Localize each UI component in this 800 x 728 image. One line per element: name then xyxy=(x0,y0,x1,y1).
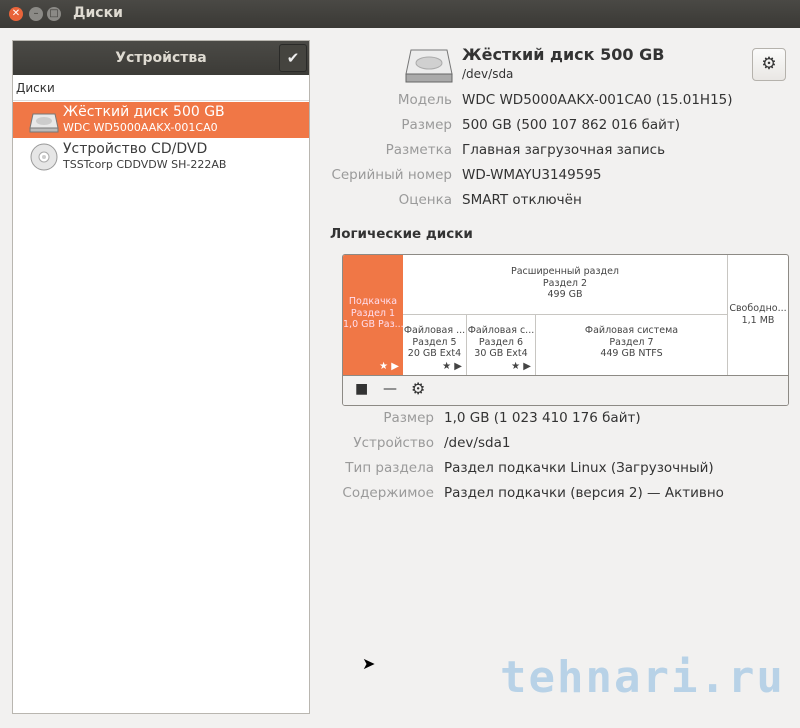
minus-icon[interactable]: — xyxy=(383,381,397,397)
property-value: /dev/sda1 xyxy=(444,435,511,451)
partition-number: Раздел 2 xyxy=(542,277,588,289)
property-value: Раздел подкачки (версия 2) — Активно xyxy=(444,485,724,501)
disk-settings-button[interactable]: ⚙ xyxy=(752,48,786,81)
window-title: Диски xyxy=(73,5,123,21)
partition-number: Раздел 1 xyxy=(350,307,396,319)
sidebar-header: Устройства ✔ xyxy=(13,41,309,75)
property-value: 1,0 GB (1 023 410 176 байт) xyxy=(444,410,641,426)
disk-path: /dev/sda xyxy=(462,67,514,81)
partition-label: Файловая с... xyxy=(467,325,535,336)
partition-size: 1,0 GB Раз... xyxy=(343,319,403,330)
title-bar: ✕ – □ Диски xyxy=(0,0,800,28)
partition-size: 499 GB xyxy=(547,289,583,300)
property-label: Разметка xyxy=(385,142,452,158)
partition-label: Файловая система xyxy=(584,325,679,336)
free-space[interactable]: Свободно... 1,1 MB xyxy=(728,255,788,375)
partition-label: Подкачка xyxy=(348,296,398,307)
partition-map: Подкачка Раздел 1 1,0 GB Раз... ★ ▶ Расшир… xyxy=(342,254,789,406)
disk-title: Жёсткий диск 500 GB xyxy=(462,45,665,64)
device-name: Жёсткий диск 500 GB xyxy=(63,104,225,120)
property-value: Раздел подкачки Linux (Загрузочный) xyxy=(444,460,714,476)
partition-5[interactable]: Файловая ... Раздел 5 20 GB Ext4 ★ ▶ xyxy=(403,315,467,375)
partition-7[interactable]: Файловая система Раздел 7 449 GB NTFS xyxy=(536,315,728,375)
property-value: SMART отключён xyxy=(462,192,582,208)
mouse-cursor-icon: ➤ xyxy=(362,654,376,673)
partition-extended[interactable]: Расширенный раздел Раздел 2 499 GB xyxy=(403,255,728,315)
partition-size: 1,1 MB xyxy=(741,314,775,326)
star-play-icon: ★ ▶ xyxy=(379,360,399,372)
device-model: WDC WD5000AAKX-001CA0 xyxy=(63,121,218,134)
partition-6[interactable]: Файловая с... Раздел 6 30 GB Ext4 ★ ▶ xyxy=(467,315,536,375)
sidebar-title: Устройства xyxy=(115,50,207,66)
property-label: Устройство xyxy=(353,435,434,451)
property-label: Модель xyxy=(397,92,452,108)
optical-disc-icon xyxy=(30,143,58,171)
volumes-header: Логические диски xyxy=(330,226,473,242)
property-label: Тип раздела xyxy=(345,460,434,476)
star-play-icon: ★ ▶ xyxy=(442,360,462,372)
device-item-hdd[interactable]: Жёсткий диск 500 GB WDC WD5000AAKX-001CA… xyxy=(13,102,309,138)
property-value: WD-WMAYU3149595 xyxy=(462,167,602,183)
property-label: Серийный номер xyxy=(331,167,452,183)
partition-size: 20 GB Ext4 xyxy=(407,348,462,359)
property-value: WDC WD5000AAKX-001CA0 (15.01H15) xyxy=(462,92,733,108)
partition-number: Раздел 5 xyxy=(412,336,457,348)
property-value: Главная загрузочная запись xyxy=(462,142,666,158)
property-label: Оценка xyxy=(398,192,452,208)
property-label: Размер xyxy=(383,410,434,426)
stop-icon[interactable]: ■ xyxy=(355,381,368,397)
hard-disk-icon xyxy=(405,49,453,83)
partition-toolbar: ■ — ⚙ xyxy=(343,375,788,405)
hard-disk-icon xyxy=(29,113,59,133)
device-item-cdrom[interactable]: Устройство CD/DVD TSSTcorp CDDVDW SH-222… xyxy=(13,139,309,175)
partition-swap[interactable]: Подкачка Раздел 1 1,0 GB Раз... ★ ▶ xyxy=(343,255,403,375)
device-name: Устройство CD/DVD xyxy=(63,141,208,157)
partition-label: Файловая ... xyxy=(403,325,466,336)
property-label: Содержимое xyxy=(342,485,434,501)
star-play-icon: ★ ▶ xyxy=(511,360,531,372)
close-icon[interactable]: ✕ xyxy=(9,7,23,21)
partition-size: 449 GB NTFS xyxy=(600,348,663,359)
devices-sidebar: Устройства ✔ Диски Жёсткий диск 500 GB W… xyxy=(12,40,310,714)
watermark: tehnari.ru xyxy=(500,652,785,703)
maximize-icon[interactable]: □ xyxy=(47,7,61,21)
select-check-button[interactable]: ✔ xyxy=(279,44,307,72)
partition-size: 30 GB Ext4 xyxy=(474,348,528,359)
property-value: 500 GB (500 107 862 016 байт) xyxy=(462,117,681,133)
partition-label: Расширенный раздел xyxy=(510,266,620,277)
device-model: TSSTcorp CDDVDW SH-222AB xyxy=(63,158,227,171)
gears-icon[interactable]: ⚙ xyxy=(411,379,425,398)
section-label: Диски xyxy=(13,75,309,101)
property-label: Размер xyxy=(401,117,452,133)
gear-icon: ⚙ xyxy=(761,54,777,74)
minimize-icon[interactable]: – xyxy=(29,7,43,21)
partition-number: Раздел 6 xyxy=(478,336,524,348)
partition-label: Свободно... xyxy=(729,303,787,314)
partition-number: Раздел 7 xyxy=(609,336,654,348)
